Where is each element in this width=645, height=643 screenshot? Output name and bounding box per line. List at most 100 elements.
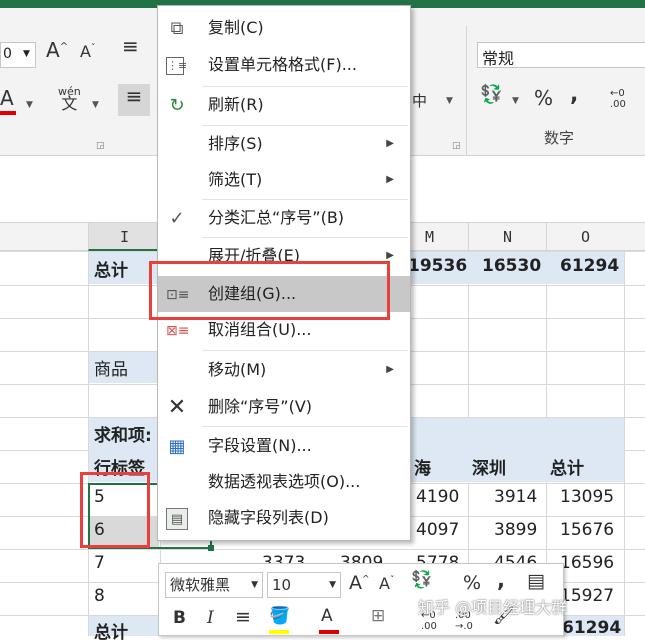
ungroup-icon: ⊠≡ xyxy=(166,323,190,339)
row-label-8[interactable]: 8 xyxy=(94,586,105,606)
chevron-down-icon: ▼ xyxy=(251,580,258,590)
sum-label: 求和项: xyxy=(94,426,152,446)
total-value-m: 19536 xyxy=(408,256,468,276)
column-header-n[interactable]: N xyxy=(468,223,546,251)
format-cells-icon: ⋮≡ xyxy=(166,57,187,75)
font-size-box[interactable]: 0 ▼ xyxy=(0,42,36,68)
menu-item-refresh[interactable]: ↻ 刷新(R) xyxy=(158,87,410,123)
menu-item-subtotal[interactable]: ✓ 分类汇总“序号”(B) xyxy=(158,200,410,236)
table-cell: 3914 xyxy=(494,487,538,507)
menu-item-filter[interactable]: 筛选(T) ▶ xyxy=(158,162,410,198)
table-cell: 4097 xyxy=(416,520,460,540)
menu-item-label: 刷新(R) xyxy=(208,95,264,114)
dialog-launcher-icon[interactable]: ◲ xyxy=(96,141,105,151)
total-value-o: 61294 xyxy=(560,256,620,276)
menu-item-move[interactable]: 移动(M) ▶ xyxy=(158,352,410,388)
menu-item-label: 数据透视表选项(O)... xyxy=(208,472,361,491)
menu-item-label: 删除“序号”(V) xyxy=(208,397,313,416)
field-list-icon: ▤ xyxy=(166,508,188,530)
menu-item-delete[interactable]: ✕ 删除“序号”(V) xyxy=(158,389,410,425)
submenu-arrow-icon: ▶ xyxy=(386,138,394,149)
menu-item-format-cells[interactable]: ⋮≡ 设置单元格格式(F)... xyxy=(158,47,410,83)
chevron-down-icon[interactable]: ▼ xyxy=(512,96,519,106)
percent-style-button[interactable]: % xyxy=(534,86,553,110)
align-center-icon[interactable]: ≡ xyxy=(235,606,251,628)
font-size-value: 10 xyxy=(272,576,292,594)
delete-x-icon: ✕ xyxy=(167,395,187,420)
dialog-launcher-icon[interactable]: ◲ xyxy=(452,141,461,151)
align-top-icon[interactable]: ≡ xyxy=(122,34,139,58)
merge-center-label[interactable]: 中 xyxy=(412,90,427,111)
increase-font-icon[interactable]: A^ xyxy=(349,572,370,594)
submenu-arrow-icon: ▶ xyxy=(386,364,394,375)
menu-item-pivot-options[interactable]: 数据透视表选项(O)... xyxy=(158,464,410,500)
highlight-box-create-group xyxy=(149,261,390,320)
group-number-label: 数字 xyxy=(544,129,575,147)
menu-item-copy[interactable]: ⧉ 复制(C) xyxy=(158,10,410,46)
percent-style-button[interactable]: % xyxy=(463,572,481,594)
font-name-select[interactable]: 微软雅黑 ▼ xyxy=(165,572,263,598)
total-label: 总计 xyxy=(94,261,128,281)
align-left-icon[interactable]: ≡ xyxy=(118,84,150,116)
comma-style-button[interactable]: , xyxy=(497,568,505,592)
table-cell: 13095 xyxy=(560,487,615,507)
grand-total-value: 61294 xyxy=(562,618,622,638)
column-header-selected[interactable]: I xyxy=(88,223,160,251)
table-cell: 4190 xyxy=(416,487,460,507)
header-shenzhen: 深圳 xyxy=(472,459,506,479)
menu-item-hide-field-list[interactable]: ▤ 隐藏字段列表(D) xyxy=(158,500,410,536)
column-header-o[interactable]: O xyxy=(546,223,624,251)
chevron-down-icon[interactable]: ▼ xyxy=(446,96,453,106)
chevron-down-icon[interactable]: ▼ xyxy=(26,100,33,110)
accounting-format-icon[interactable]: 💱 xyxy=(480,84,502,105)
chevron-down-icon[interactable]: ▼ xyxy=(92,100,99,110)
menu-item-label: 隐藏字段列表(D) xyxy=(208,508,329,527)
field-settings-icon: ▦ xyxy=(168,436,186,457)
refresh-icon: ↻ xyxy=(169,95,185,116)
menu-item-label: 筛选(T) xyxy=(208,170,263,189)
increase-decimal-icon[interactable]: ←0.00 xyxy=(610,88,626,110)
highlight-box-rows xyxy=(80,472,150,548)
grand-total-label: 总计 xyxy=(94,623,128,643)
menu-item-label: 分类汇总“序号”(B) xyxy=(208,208,345,227)
decrease-font-icon[interactable]: Aˇ xyxy=(379,574,394,593)
table-cell: 15927 xyxy=(560,586,615,606)
watermark: 知乎 @项目经理大群 xyxy=(418,598,568,617)
accounting-format-icon[interactable]: 💱 xyxy=(411,570,432,590)
number-format-select[interactable]: 常规 xyxy=(477,42,645,68)
table-cell: 15676 xyxy=(560,520,615,540)
font-size-value: 0 xyxy=(3,46,12,62)
copy-icon: ⧉ xyxy=(170,18,184,39)
font-color-icon[interactable]: A xyxy=(0,86,16,115)
font-name-value: 微软雅黑 xyxy=(170,576,231,594)
table-cell: 3899 xyxy=(494,520,538,540)
menu-item-sort[interactable]: 排序(S) ▶ xyxy=(158,126,410,162)
submenu-arrow-icon: ▶ xyxy=(386,174,394,185)
header-shanghai: 海 xyxy=(414,459,431,479)
menu-item-label: 字段设置(N)... xyxy=(208,436,312,455)
goods-label: 商品 xyxy=(94,360,128,380)
italic-button[interactable]: I xyxy=(207,608,214,628)
menu-item-label: 复制(C) xyxy=(208,18,264,37)
format-table-icon[interactable]: ▤ xyxy=(527,570,545,592)
number-format-value: 常规 xyxy=(482,49,515,68)
chevron-down-icon: ▼ xyxy=(329,580,336,590)
menu-item-field-settings[interactable]: ▦ 字段设置(N)... xyxy=(158,428,410,464)
increase-font-icon[interactable]: A^ xyxy=(46,38,68,62)
check-icon: ✓ xyxy=(169,208,185,229)
table-cell: 16596 xyxy=(560,553,615,573)
chevron-down-icon: ▼ xyxy=(23,49,30,59)
menu-item-label: 移动(M) xyxy=(208,360,267,379)
font-size-select[interactable]: 10 ▼ xyxy=(267,572,341,598)
fill-color-icon[interactable]: 🪣 xyxy=(269,606,290,634)
row-label-7[interactable]: 7 xyxy=(94,553,105,573)
phonetic-guide-icon[interactable]: wén 文 xyxy=(58,86,81,112)
header-total: 总计 xyxy=(550,459,584,479)
bold-button[interactable]: B xyxy=(173,608,186,628)
font-color-icon[interactable]: A xyxy=(319,606,339,634)
comma-style-button[interactable]: , xyxy=(570,82,578,107)
decrease-font-icon[interactable]: Aˇ xyxy=(80,42,95,61)
fill-handle[interactable] xyxy=(208,545,214,551)
menu-item-label: 排序(S) xyxy=(208,134,263,153)
borders-icon[interactable]: ⊞ xyxy=(371,606,385,626)
